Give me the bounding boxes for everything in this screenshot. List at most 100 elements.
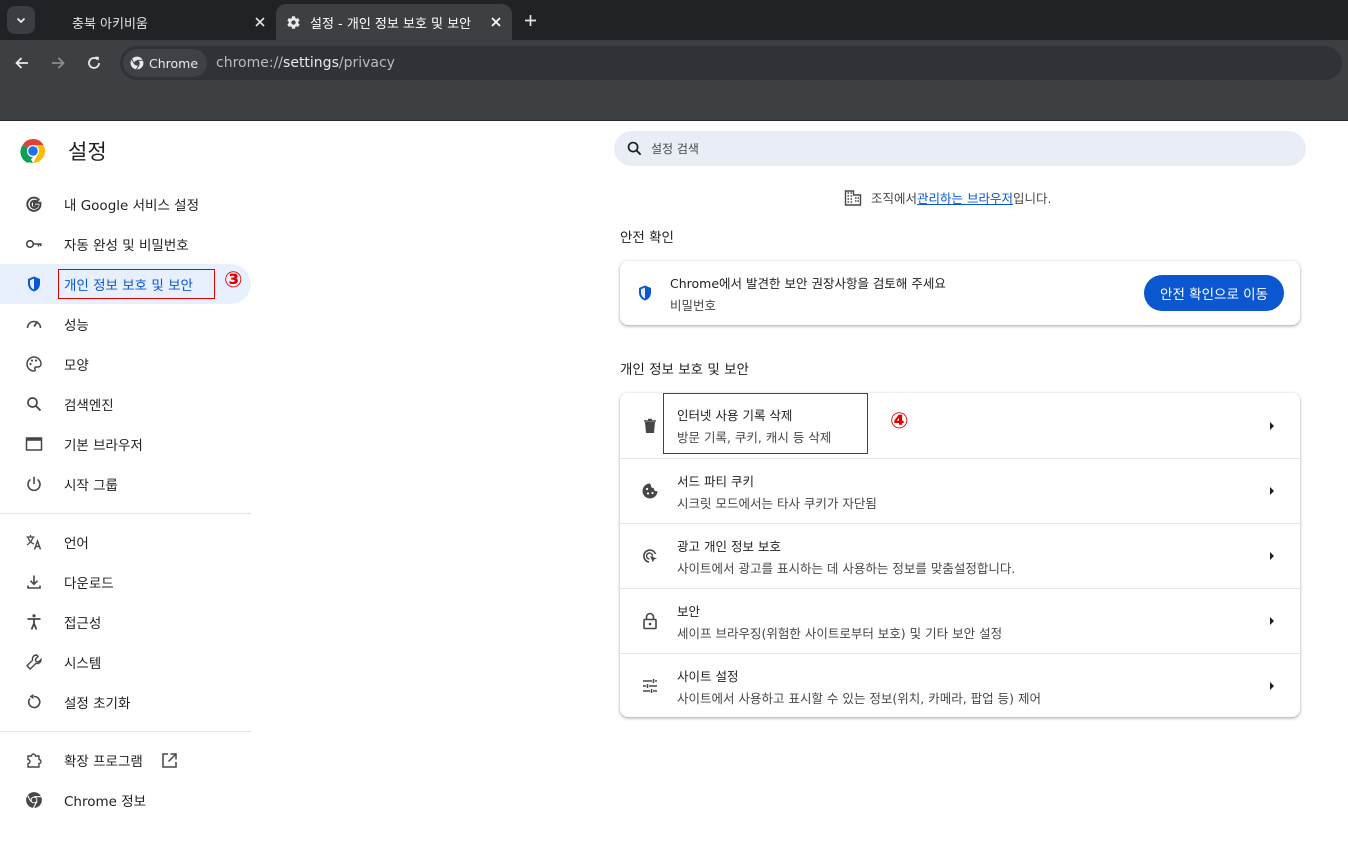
search-input[interactable] [651,141,1251,156]
row-title: 광고 개인 정보 보호 [677,538,781,554]
download-icon [24,572,44,592]
sidebar-item-label: 내 Google 서비스 설정 [64,198,199,214]
safety-check-heading: 안전 확인 [620,230,674,246]
privacy-section-heading: 개인 정보 보호 및 보안 [620,362,749,378]
toolbar: Chrome chrome://settings/privacy [0,40,1348,86]
step-highlight-box [58,269,215,299]
reload-icon [88,56,100,69]
sidebar-item-extensions[interactable]: 확장 프로그램 [0,740,251,780]
go-to-safety-check-button[interactable]: 안전 확인으로 이동 [1144,275,1284,311]
bookmark-bar [0,86,1348,121]
tab-archivium[interactable]: 충북 아키비움 [44,4,276,40]
sidebar-item-about-chrome[interactable]: Chrome 정보 [0,780,251,820]
browser-window-icon [24,434,44,454]
chevron-down-icon [16,17,26,24]
safety-check-title: Chrome에서 발견한 보안 권장사항을 검토해 주세요 [670,275,946,291]
sidebar-item-label: Chrome 정보 [64,794,147,810]
settings-header: 설정 [20,136,107,166]
sidebar-item-on-startup[interactable]: 시작 그룹 [0,464,251,504]
sidebar-item-label: 접근성 [64,616,102,632]
arrow-left-icon [15,57,28,69]
arrow-right-icon [1268,421,1276,431]
shield-icon [636,284,654,302]
row-ad-privacy[interactable]: 광고 개인 정보 보호 사이트에서 광고를 표시하는 데 사용하는 정보를 맞춤… [620,523,1300,588]
page-title: 설정 [68,140,107,164]
tab-search-button[interactable] [7,6,35,34]
row-title: 서드 파티 쿠키 [677,473,754,489]
tab-close-button[interactable] [246,8,274,36]
sidebar-item-label: 성능 [64,318,89,334]
plus-icon [524,14,536,26]
address-bar[interactable]: Chrome chrome://settings/privacy [120,46,1342,80]
sidebar-item-autofill[interactable]: 자동 완성 및 비밀번호 [0,224,251,264]
sidebar-item-label: 다운로드 [64,576,114,592]
sidebar-item-system[interactable]: 시스템 [0,642,251,682]
tab-close-button[interactable] [482,8,510,36]
sidebar-item-google-services[interactable]: 내 Google 서비스 설정 [0,184,251,224]
step-4-badge: ④ [890,409,909,434]
reload-button[interactable] [80,49,108,77]
url-text: chrome://settings/privacy [216,55,395,71]
tab-title: 충북 아키비움 [72,16,148,32]
sidebar-divider [0,513,251,514]
sidebar-item-label: 기본 브라우저 [64,438,143,454]
close-icon [491,17,501,27]
arrow-right-icon [1268,616,1276,626]
accessibility-icon [24,612,44,632]
row-subtitle: 시크릿 모드에서는 타사 쿠키가 자단됨 [677,495,877,511]
translate-icon [24,532,44,552]
sidebar-item-label: 설정 초기화 [64,696,131,712]
new-tab-button[interactable] [518,8,542,32]
sidebar-divider [0,731,251,732]
settings-search-bar[interactable] [614,131,1306,166]
row-subtitle: 사이트에서 광고를 표시하는 데 사용하는 정보를 맞춤설정합니다. [677,560,1016,576]
tab-title: 설정 - 개인 정보 보호 및 보안 [310,16,472,32]
safety-check-subtitle: 비밀번호 [670,297,717,313]
search-icon [24,394,44,414]
row-site-settings[interactable]: 사이트 설정 사이트에서 사용하고 표시할 수 있는 정보(위치, 카메라, 팝… [620,653,1300,718]
safety-check-card: Chrome에서 발견한 보안 권장사항을 검토해 주세요 비밀번호 안전 확인… [620,261,1300,325]
arrow-right-icon [52,57,65,69]
row-title: 보안 [677,603,701,619]
row-security[interactable]: 보안 세이프 브라우징(위험한 사이트로부터 보호) 및 기타 보안 설정 [620,588,1300,653]
sidebar-item-accessibility[interactable]: 접근성 [0,602,251,642]
step-3-badge: ③ [224,268,243,293]
sidebar-item-appearance[interactable]: 모양 [0,344,251,384]
sidebar-item-search-engine[interactable]: 검색엔진 [0,384,251,424]
site-info-chip[interactable]: Chrome [123,49,208,77]
sidebar-item-downloads[interactable]: 다운로드 [0,562,251,602]
speedometer-icon [24,314,44,334]
tab-settings[interactable]: 설정 - 개인 정보 보호 및 보안 [276,4,512,40]
arrow-right-icon [1268,486,1276,496]
sidebar-item-default-browser[interactable]: 기본 브라우저 [0,424,251,464]
chrome-logo-icon [20,139,46,163]
sidebar-item-languages[interactable]: 언어 [0,522,251,562]
wrench-icon [24,652,44,672]
chrome-icon [130,56,144,70]
row-subtitle: 세이프 브라우징(위험한 사이트로부터 보호) 및 기타 보안 설정 [677,625,1003,641]
tune-icon [640,677,660,695]
close-icon [255,17,265,27]
reset-icon [24,692,44,712]
sidebar-item-label: 검색엔진 [64,398,114,414]
sidebar-item-reset[interactable]: 설정 초기화 [0,682,251,722]
sidebar-item-performance[interactable]: 성능 [0,304,251,344]
managed-browser-link[interactable]: 관리하는 브라우저 [917,188,1013,207]
building-icon [844,189,862,206]
managed-browser-notice: 조직에서 관리하는 브라우저 입니다. [844,188,1051,207]
forward-button[interactable] [44,49,72,77]
ad-privacy-icon [640,547,660,565]
row-subtitle: 사이트에서 사용하고 표시할 수 있는 정보(위치, 카메라, 팝업 등) 제어 [677,690,1041,706]
lock-icon [640,612,660,630]
row-third-party-cookies[interactable]: 서드 파티 쿠키 시크릿 모드에서는 타사 쿠키가 자단됨 [620,458,1300,523]
tab-strip: 충북 아키비움 설정 - 개인 정보 보호 및 보안 [0,0,1348,40]
trash-icon [640,418,660,434]
sidebar-item-label: 시작 그룹 [64,478,118,494]
key-icon [24,234,44,254]
back-button[interactable] [8,49,36,77]
extension-icon [24,750,44,770]
shield-icon [24,274,44,294]
step-highlight-box [663,393,868,454]
palette-icon [24,354,44,374]
search-icon [627,141,642,156]
